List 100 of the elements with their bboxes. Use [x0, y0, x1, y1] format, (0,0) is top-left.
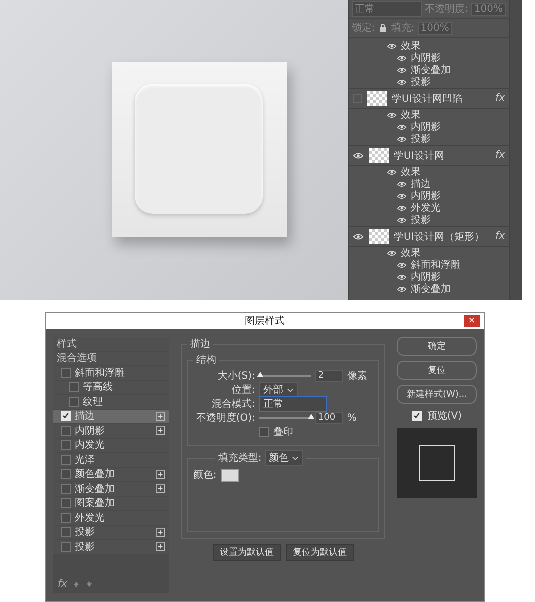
- overprint-checkbox[interactable]: [259, 427, 270, 437]
- eye-icon[interactable]: [387, 250, 397, 256]
- checkbox[interactable]: [61, 469, 71, 480]
- effect-name[interactable]: 外发光: [411, 201, 441, 215]
- chevron-down-icon: [292, 456, 299, 461]
- eye-icon[interactable]: [397, 192, 407, 200]
- checkbox[interactable]: [69, 382, 79, 392]
- slider-thumb[interactable]: [308, 414, 314, 419]
- checkbox[interactable]: [61, 440, 71, 450]
- add-icon[interactable]: [156, 470, 166, 479]
- checkbox[interactable]: [61, 512, 71, 523]
- style-name: 外发光: [75, 512, 106, 525]
- effect-name[interactable]: 投影: [411, 75, 431, 89]
- add-icon[interactable]: [156, 484, 166, 494]
- eye-icon[interactable]: [353, 151, 364, 160]
- unit-label: %: [347, 412, 357, 424]
- eye-icon[interactable]: [397, 66, 407, 74]
- layer-thumbnail: [367, 91, 387, 106]
- layer-thumbnail: [369, 148, 389, 163]
- effect-name[interactable]: 描边: [411, 177, 431, 191]
- close-button[interactable]: ×: [464, 315, 480, 327]
- fx-button[interactable]: fx: [58, 579, 68, 590]
- effect-name[interactable]: 内阴影: [411, 270, 441, 284]
- list-header[interactable]: 样式: [53, 337, 170, 350]
- effect-name[interactable]: 内阴影: [411, 120, 441, 134]
- color-label: 颜色:: [193, 468, 217, 482]
- checkbox[interactable]: [61, 498, 71, 508]
- group-title: 结构: [195, 354, 218, 367]
- default-button[interactable]: 设置为默认值: [212, 544, 281, 561]
- effect-name[interactable]: 渐变叠加: [411, 63, 451, 77]
- arrow-down-icon[interactable]: [86, 581, 94, 588]
- style-item[interactable]: 等高线: [53, 380, 170, 394]
- eye-icon[interactable]: [397, 262, 407, 268]
- style-item[interactable]: 内发光: [53, 438, 170, 452]
- layer-name[interactable]: 学UI设计网凹陷: [392, 92, 491, 106]
- checkbox[interactable]: [61, 542, 71, 552]
- eye-icon[interactable]: [397, 180, 407, 188]
- eye-icon[interactable]: [397, 286, 407, 292]
- style-item[interactable]: 内阴影: [53, 424, 170, 438]
- layer-name[interactable]: 学UI设计网: [394, 148, 491, 162]
- style-item[interactable]: 描边: [53, 410, 170, 423]
- style-item[interactable]: 外发光: [53, 511, 170, 524]
- checkbox[interactable]: [61, 368, 71, 378]
- style-item[interactable]: 渐变叠加: [53, 482, 170, 496]
- effect-name[interactable]: 内阴影: [411, 189, 441, 203]
- add-icon[interactable]: [156, 412, 166, 421]
- style-item[interactable]: 投影: [53, 540, 170, 554]
- layer-name[interactable]: 学UI设计网（矩形）: [394, 230, 491, 244]
- eye-icon[interactable]: [397, 136, 407, 142]
- layer-thumbnail: [369, 229, 389, 244]
- style-name: 纹理: [83, 396, 104, 409]
- slider-thumb[interactable]: [257, 372, 264, 377]
- add-icon[interactable]: [156, 426, 166, 436]
- fx-label: fx: [496, 231, 505, 242]
- dialog-button[interactable]: 复位: [397, 361, 478, 380]
- eye-icon[interactable]: [387, 112, 397, 118]
- style-name: 投影: [75, 540, 96, 554]
- eye-icon[interactable]: [397, 54, 407, 62]
- eye-icon[interactable]: [397, 124, 407, 130]
- effect-name[interactable]: 投影: [411, 132, 431, 146]
- style-item[interactable]: 斜面和浮雕: [53, 366, 170, 380]
- dialog-button[interactable]: 新建样式(W)...: [397, 385, 478, 404]
- style-item[interactable]: 光泽: [53, 453, 170, 466]
- style-item[interactable]: 纹理: [53, 395, 170, 408]
- add-icon[interactable]: [156, 528, 166, 537]
- checkbox[interactable]: [61, 527, 71, 538]
- opacity-field[interactable]: 100: [315, 412, 344, 424]
- size-field[interactable]: 2: [315, 370, 344, 382]
- eye-icon[interactable]: [397, 274, 407, 280]
- arrow-up-icon[interactable]: [73, 581, 80, 588]
- effect-name[interactable]: 投影: [411, 213, 431, 227]
- style-item[interactable]: 图案叠加: [53, 496, 170, 510]
- eye-icon[interactable]: [387, 168, 397, 176]
- style-item[interactable]: 颜色叠加: [53, 468, 170, 481]
- eye-icon[interactable]: [387, 42, 397, 50]
- checkbox[interactable]: [69, 396, 79, 407]
- lock-icon[interactable]: [378, 23, 388, 33]
- fx-label: fx: [496, 150, 505, 161]
- list-header[interactable]: 混合选项: [53, 352, 170, 365]
- scrollbar[interactable]: [509, 0, 522, 300]
- color-swatch[interactable]: [220, 468, 239, 482]
- fill-type-dropdown[interactable]: 颜色: [264, 450, 303, 466]
- default-button[interactable]: 复位为默认值: [286, 544, 354, 561]
- dialog-button[interactable]: 确定: [397, 337, 478, 356]
- style-name: 颜色叠加: [75, 468, 116, 482]
- effect-name[interactable]: 渐变叠加: [411, 282, 451, 296]
- eye-icon[interactable]: [397, 216, 407, 224]
- checkbox[interactable]: [61, 454, 71, 465]
- effects-label: 效果: [401, 166, 421, 178]
- checkbox[interactable]: [61, 484, 71, 494]
- style-item[interactable]: 投影: [53, 526, 170, 539]
- eye-icon[interactable]: [397, 78, 407, 86]
- eye-icon[interactable]: [397, 204, 407, 212]
- add-icon[interactable]: [156, 542, 166, 552]
- checkbox[interactable]: [61, 426, 71, 436]
- effect-name[interactable]: 内阴影: [411, 51, 441, 65]
- effect-name[interactable]: 斜面和浮雕: [411, 258, 461, 272]
- eye-icon[interactable]: [353, 232, 364, 241]
- preview-checkbox[interactable]: [412, 411, 422, 421]
- blend-mode-dropdown[interactable]: 正常: [259, 396, 328, 412]
